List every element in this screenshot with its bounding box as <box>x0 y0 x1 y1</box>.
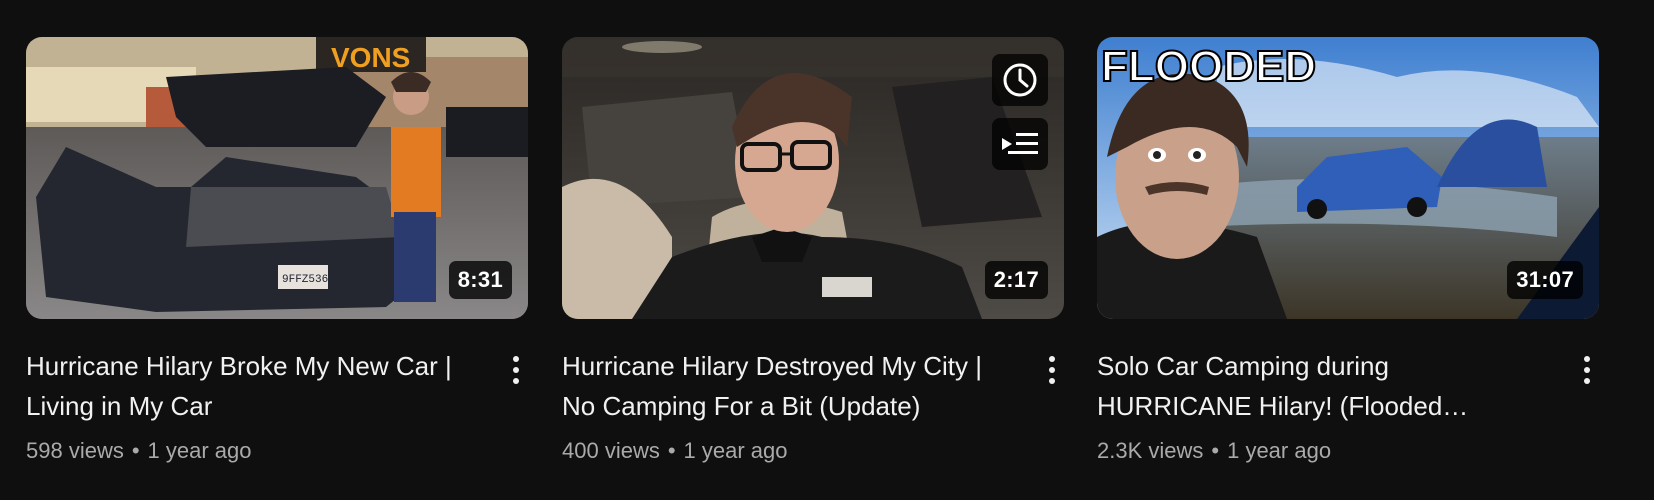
add-to-queue-button[interactable] <box>992 118 1048 170</box>
more-vert-icon[interactable] <box>1040 352 1064 388</box>
thumbnail-overlay-text: FLOODED <box>1101 42 1316 91</box>
view-count: 2.3K views <box>1097 438 1204 463</box>
video-thumbnail[interactable]: FLOODED 31:07 <box>1097 37 1599 319</box>
view-count: 400 views <box>562 438 660 463</box>
video-metadata: 400 views • 1 year ago <box>562 436 1064 466</box>
video-title-line: Solo Car Camping during <box>1097 351 1389 381</box>
upload-age: 1 year ago <box>1227 438 1332 463</box>
more-vert-icon[interactable] <box>504 352 528 388</box>
video-duration: 31:07 <box>1507 261 1583 299</box>
video-details: Solo Car Camping during HURRICANE Hilary… <box>1097 346 1599 476</box>
upload-age: 1 year ago <box>683 438 788 463</box>
watch-later-button[interactable] <box>992 54 1048 106</box>
upload-age: 1 year ago <box>147 438 252 463</box>
view-count: 598 views <box>26 438 124 463</box>
video-title-line: HURRICANE Hilary! (Flooded… <box>1097 391 1469 421</box>
video-title[interactable]: Hurricane Hilary Destroyed My City | No … <box>562 346 1022 426</box>
video-duration: 2:17 <box>984 261 1048 299</box>
meta-separator: • <box>131 438 140 463</box>
meta-separator: • <box>1211 438 1220 463</box>
video-title-line: Hurricane Hilary Broke My New Car | <box>26 351 452 381</box>
video-duration: 8:31 <box>448 261 512 299</box>
more-vert-icon[interactable] <box>1575 352 1599 388</box>
video-card[interactable]: 2:17 Hurricane Hilary Destroyed My City … <box>562 37 1064 476</box>
clock-icon <box>1003 63 1037 97</box>
license-plate-text: 9FFZ536 <box>282 274 328 286</box>
add-to-queue-icon <box>1002 133 1038 154</box>
video-details: Hurricane Hilary Broke My New Car | Livi… <box>26 346 528 476</box>
video-details: Hurricane Hilary Destroyed My City | No … <box>562 346 1064 476</box>
video-metadata: 598 views • 1 year ago <box>26 436 528 466</box>
video-thumbnail[interactable]: 2:17 <box>562 37 1064 319</box>
video-card[interactable]: VONS 9FFZ536 8:31 Hurricane Hilary Broke… <box>26 37 528 476</box>
video-title-line: No Camping For a Bit (Update) <box>562 391 921 421</box>
video-grid: VONS 9FFZ536 8:31 Hurricane Hilary Broke… <box>0 0 1654 500</box>
video-title-line: Living in My Car <box>26 391 213 421</box>
video-card[interactable]: FLOODED 31:07 Solo Car Camping during HU… <box>1097 37 1599 476</box>
video-thumbnail[interactable]: VONS 9FFZ536 8:31 <box>26 37 528 319</box>
video-title[interactable]: Solo Car Camping during HURRICANE Hilary… <box>1097 346 1557 426</box>
video-title-line: Hurricane Hilary Destroyed My City | <box>562 351 982 381</box>
video-title[interactable]: Hurricane Hilary Broke My New Car | Livi… <box>26 346 486 426</box>
video-metadata: 2.3K views • 1 year ago <box>1097 436 1599 466</box>
meta-separator: • <box>667 438 676 463</box>
